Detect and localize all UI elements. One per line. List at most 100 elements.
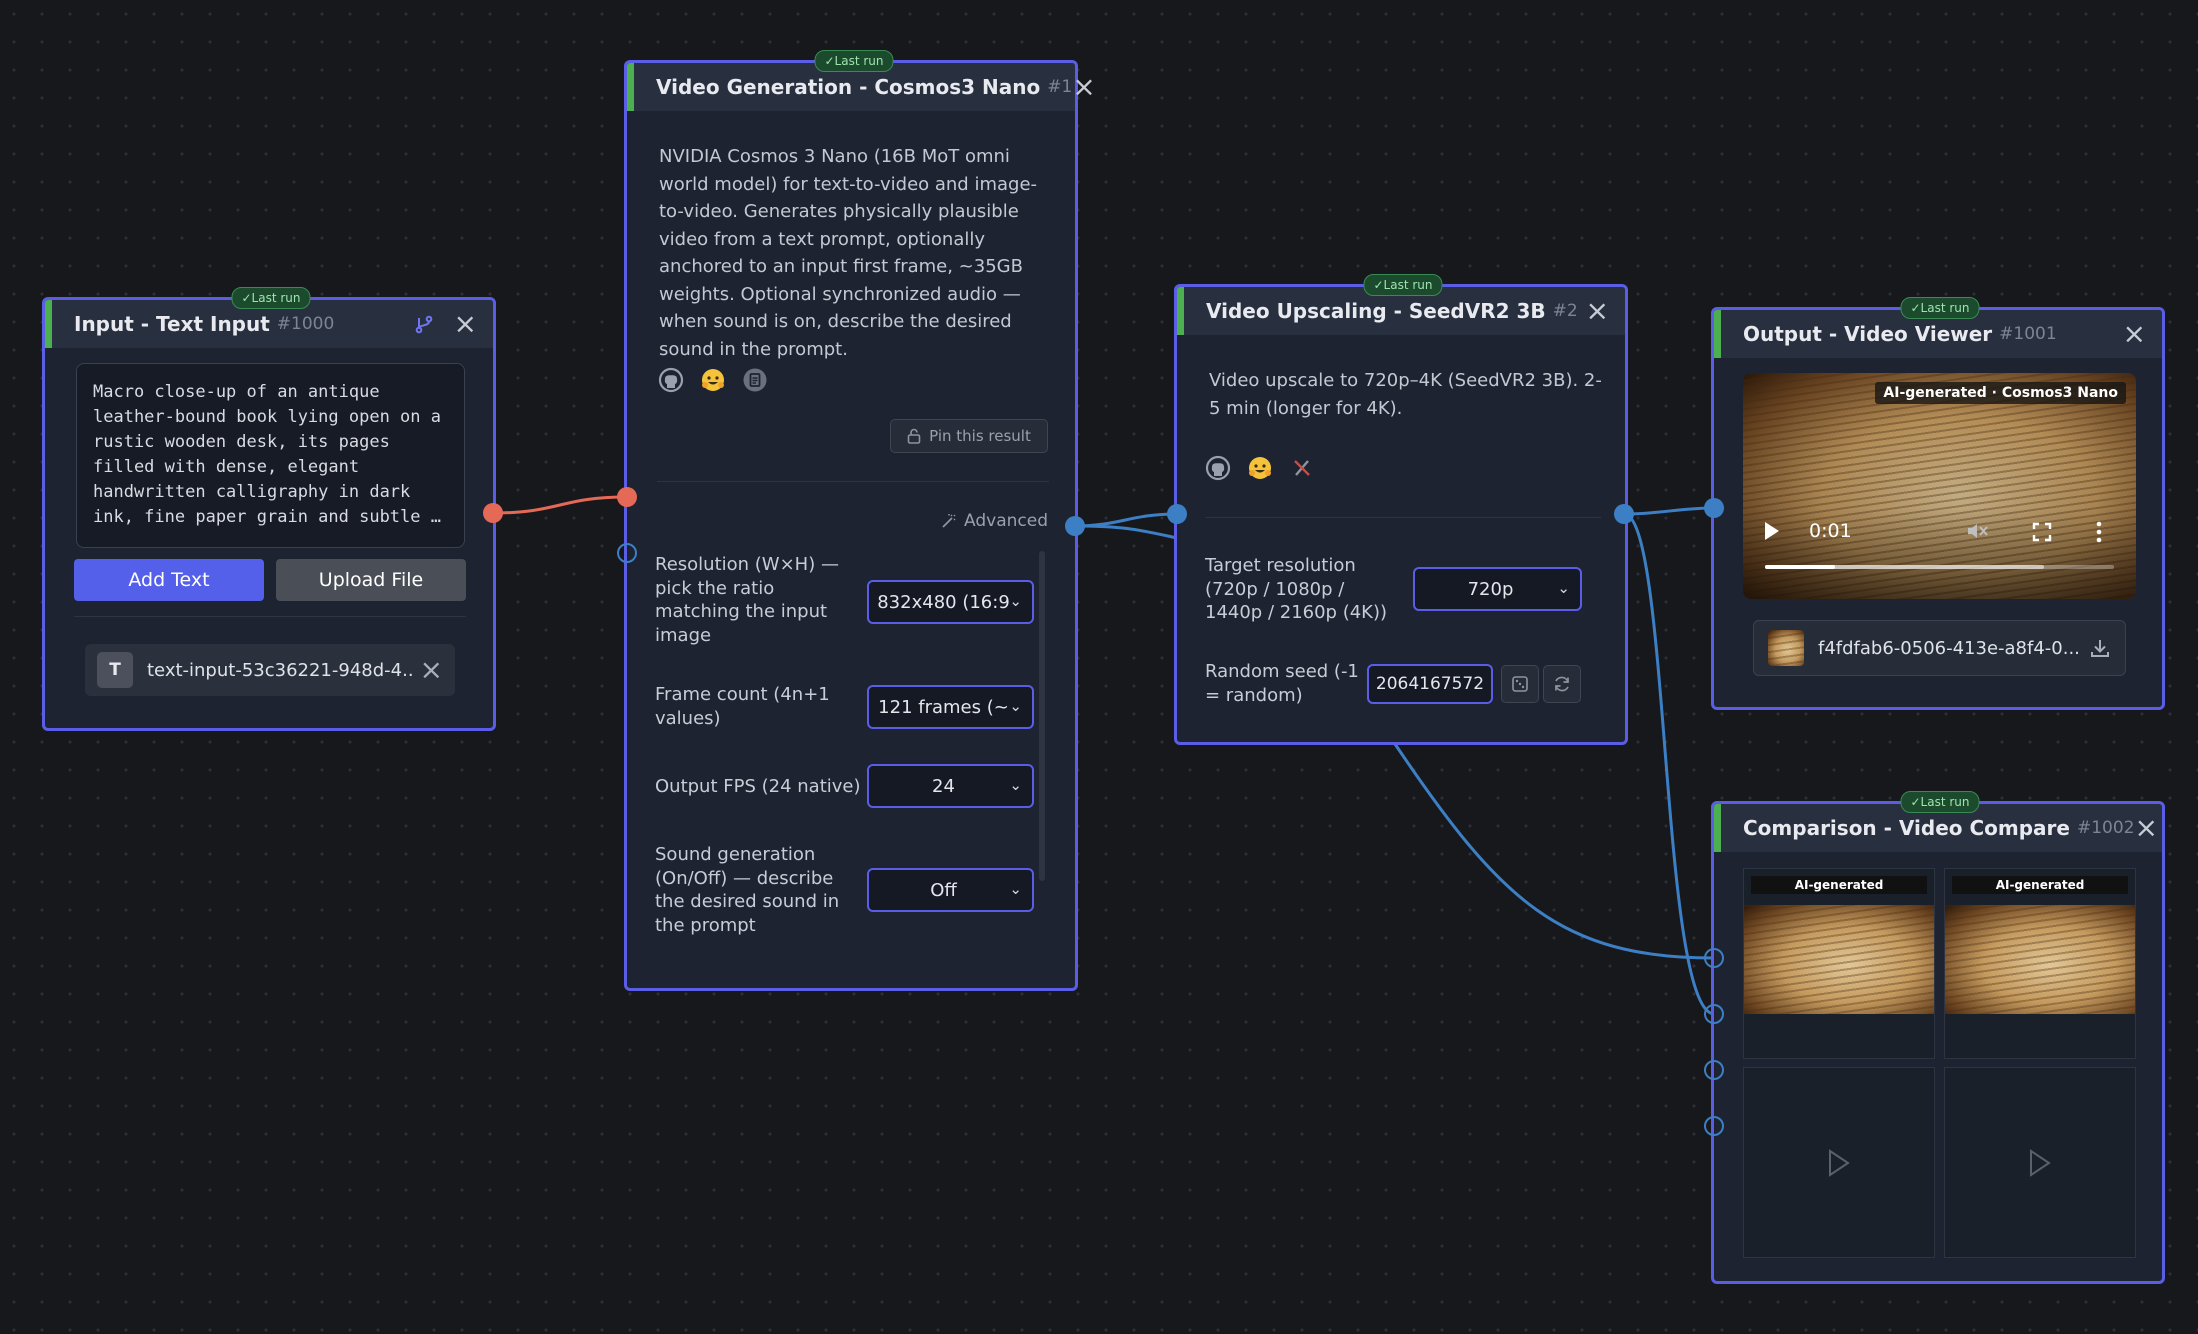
close-icon[interactable]: ×	[454, 310, 477, 338]
upload-file-button[interactable]: Upload File	[276, 559, 466, 601]
link-icons	[657, 366, 769, 394]
wire-generation-to-upscale-b	[1074, 524, 1178, 540]
file-name: f4fdfab6-0506-413e-a8f4-0...	[1818, 637, 2080, 659]
viewer-input-port[interactable]	[1704, 498, 1724, 518]
random-seed-button[interactable]	[1501, 665, 1539, 703]
node-id: #1000	[276, 314, 335, 334]
divider	[1205, 517, 1601, 518]
node-description: NVIDIA Cosmos 3 Nano (16B MoT omni world…	[659, 146, 1038, 360]
divider	[657, 481, 1049, 482]
fullscreen-icon[interactable]	[2032, 522, 2052, 542]
github-icon[interactable]	[1204, 454, 1232, 482]
paper-icon[interactable]	[741, 366, 769, 394]
compare-slot-3[interactable]	[1743, 1067, 1935, 1258]
video-generation-node[interactable]: ✓Last run Video Generation - Cosmos3 Nan…	[624, 50, 1096, 991]
upscaled-video-output-port[interactable]	[1614, 504, 1634, 524]
file-chip[interactable]: T text-input-53c36221-948d-4... ×	[85, 644, 455, 696]
huggingface-icon[interactable]	[1246, 454, 1274, 482]
play-icon[interactable]	[1763, 521, 1781, 541]
fps-select[interactable]: 24 ⌄	[867, 764, 1034, 808]
huggingface-icon[interactable]	[699, 366, 727, 394]
link-icons	[1204, 454, 1316, 482]
resolution-select[interactable]: 832x480 (16:9 ⌄	[867, 580, 1034, 624]
video-viewer-node[interactable]: ✓Last run Output - Video Viewer #1001 × …	[1711, 297, 2165, 710]
branch-icon[interactable]	[414, 314, 434, 334]
slot-label: AI-generated	[1952, 876, 2128, 894]
last-run-badge: ✓Last run	[814, 50, 894, 72]
node-title: Video Generation - Cosmos3 Nano	[656, 75, 1041, 99]
download-icon[interactable]	[2089, 637, 2111, 659]
video-output-port[interactable]	[1065, 516, 1085, 536]
text-input-node[interactable]: ✓Last run Input - Text Input #1000 × Mac…	[42, 287, 496, 731]
remove-chip-icon[interactable]: ×	[420, 656, 443, 684]
node-id: #1002	[2076, 818, 2135, 838]
image-input-port[interactable]	[617, 543, 637, 563]
last-run-badge: ✓Last run	[231, 287, 311, 309]
param-label-resolution: Resolution (W×H) — pick the ratio matchi…	[655, 554, 839, 646]
seed-label: Random seed (-1 = random)	[1205, 661, 1359, 706]
more-icon[interactable]	[2095, 521, 2103, 543]
wire-generation-to-upscale-a	[1074, 512, 1178, 528]
compare-slot-1[interactable]: AI-generated	[1743, 868, 1935, 1059]
file-thumbnail	[1768, 630, 1804, 666]
close-icon[interactable]: ×	[1586, 297, 1609, 325]
lock-icon	[907, 428, 921, 444]
close-icon[interactable]: ×	[1072, 73, 1095, 101]
close-icon[interactable]: ×	[2134, 814, 2157, 842]
params-scrollbar[interactable]	[1039, 551, 1045, 881]
play-icon	[1827, 1148, 1851, 1177]
compare-input-port-2[interactable]	[1704, 1004, 1724, 1024]
target-resolution-select[interactable]: 720p ⌄	[1413, 567, 1582, 611]
node-id: #1	[1047, 77, 1073, 97]
play-icon	[2028, 1148, 2052, 1177]
wire-text-to-generation	[492, 495, 628, 515]
wand-icon	[940, 512, 958, 530]
no-tool-icon[interactable]	[1288, 454, 1316, 482]
advanced-label: Advanced	[964, 511, 1048, 531]
ai-generated-label: AI-generated · Cosmos3 Nano	[1875, 382, 2126, 404]
video-input-port[interactable]	[1167, 504, 1187, 524]
param-label-fps: Output FPS (24 native)	[655, 776, 861, 797]
refresh-icon	[1552, 674, 1572, 694]
video-compare-node[interactable]: ✓Last run Comparison - Video Compare #10…	[1711, 791, 2165, 1284]
close-icon[interactable]: ×	[2123, 320, 2146, 348]
progress-track[interactable]	[1765, 565, 2114, 569]
mute-icon[interactable]	[1966, 521, 1990, 541]
node-title: Video Upscaling - SeedVR2 3B	[1206, 299, 1546, 323]
output-file-chip[interactable]: f4fdfab6-0506-413e-a8f4-0...	[1753, 620, 2126, 676]
pin-label: Pin this result	[929, 427, 1031, 445]
compare-input-port-3[interactable]	[1704, 1060, 1724, 1080]
dice-icon	[1511, 675, 1529, 693]
param-label-sound: Sound generation (On/Off) — describe the…	[655, 844, 840, 936]
slot-thumbnail	[1945, 905, 2135, 1014]
progress-played	[1765, 565, 1835, 569]
compare-input-port-4[interactable]	[1704, 1116, 1724, 1136]
video-player[interactable]: AI-generated · Cosmos3 Nano 0:01	[1743, 373, 2136, 599]
seed-input[interactable]: 2064167572	[1367, 664, 1493, 704]
frame-count-select[interactable]: 121 frames (~ ⌄	[867, 685, 1034, 729]
add-text-button[interactable]: Add Text	[74, 559, 264, 601]
prompt-textarea[interactable]: Macro close-up of an antique leather-bou…	[76, 363, 465, 548]
video-upscaling-node[interactable]: ✓Last run Video Upscaling - SeedVR2 3B #…	[1174, 274, 1628, 745]
resolution-label: Target resolution (720p / 1080p / 1440p …	[1205, 555, 1388, 623]
node-id: #1001	[1999, 324, 2057, 344]
compare-slot-2[interactable]: AI-generated	[1944, 868, 2136, 1059]
slot-label: AI-generated	[1751, 876, 1927, 894]
text-prompt-input-port[interactable]	[617, 487, 637, 507]
wire-generation-to-compare-a	[1393, 743, 1715, 960]
last-run-badge: ✓Last run	[1900, 791, 1980, 813]
sound-select[interactable]: Off ⌄	[867, 868, 1034, 912]
advanced-toggle[interactable]: Advanced	[940, 511, 1048, 531]
pin-result-button[interactable]: Pin this result	[890, 419, 1048, 453]
slot-thumbnail	[1744, 905, 1934, 1014]
text-output-port[interactable]	[483, 503, 503, 523]
node-title: Input - Text Input	[74, 312, 270, 336]
last-run-badge: ✓Last run	[1900, 297, 1980, 319]
param-label-frame-count: Frame count (4n+1 values)	[655, 684, 830, 729]
github-icon[interactable]	[657, 366, 685, 394]
compare-input-port-1[interactable]	[1704, 948, 1724, 968]
node-id: #2	[1552, 301, 1578, 321]
reset-seed-button[interactable]	[1543, 665, 1581, 703]
divider	[74, 616, 466, 617]
compare-slot-4[interactable]	[1944, 1067, 2136, 1258]
